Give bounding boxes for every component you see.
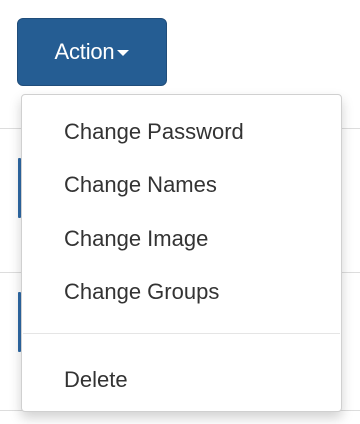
- action-dropdown-menu: Change Password Change Names Change Imag…: [21, 94, 342, 412]
- menu-item-change-names[interactable]: Change Names: [22, 159, 341, 211]
- menu-divider: [23, 333, 340, 334]
- menu-item-change-image[interactable]: Change Image: [22, 213, 341, 265]
- page: Action Change Password Change Names Chan…: [0, 0, 360, 424]
- menu-item-change-password[interactable]: Change Password: [22, 106, 341, 158]
- menu-item-delete[interactable]: Delete: [22, 354, 341, 406]
- action-dropdown-button[interactable]: Action: [17, 18, 167, 86]
- action-button-label: Action: [54, 39, 115, 64]
- caret-down-icon: [117, 50, 130, 56]
- menu-item-change-groups[interactable]: Change Groups: [22, 266, 341, 318]
